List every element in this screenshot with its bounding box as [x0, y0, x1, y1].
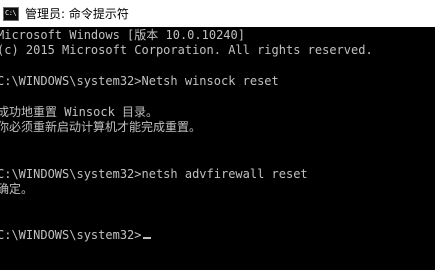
console-line: 成功地重置 Winsock 目录。 [0, 105, 159, 119]
console-output[interactable]: Microsoft Windows [版本 10.0.10240] (c) 20… [0, 27, 435, 270]
cmd-icon-label: C:\ [5, 9, 17, 17]
prompt-line[interactable]: C:\WINDOWS\system32> [0, 227, 151, 243]
cmd-icon: C:\ [3, 6, 19, 21]
console-line: C:\WINDOWS\system32>netsh advfirewall re… [0, 167, 308, 181]
console-line: Microsoft Windows [版本 10.0.10240] [0, 28, 245, 42]
console-line: (c) 2015 Microsoft Corporation. All righ… [0, 43, 373, 57]
prompt-text: C:\WINDOWS\system32> [0, 228, 142, 242]
title-bar[interactable]: C:\ 管理员: 命令提示符 [0, 0, 435, 27]
console-line: C:\WINDOWS\system32>Netsh winsock reset [0, 74, 279, 88]
text-cursor [142, 237, 151, 239]
window-title: 管理员: 命令提示符 [25, 7, 129, 21]
command-prompt-window[interactable]: C:\ 管理员: 命令提示符 Microsoft Windows [版本 10.… [0, 0, 435, 270]
console-line: 你必须重新启动计算机才能完成重置。 [0, 120, 202, 134]
console-line: 确定。 [0, 182, 34, 196]
